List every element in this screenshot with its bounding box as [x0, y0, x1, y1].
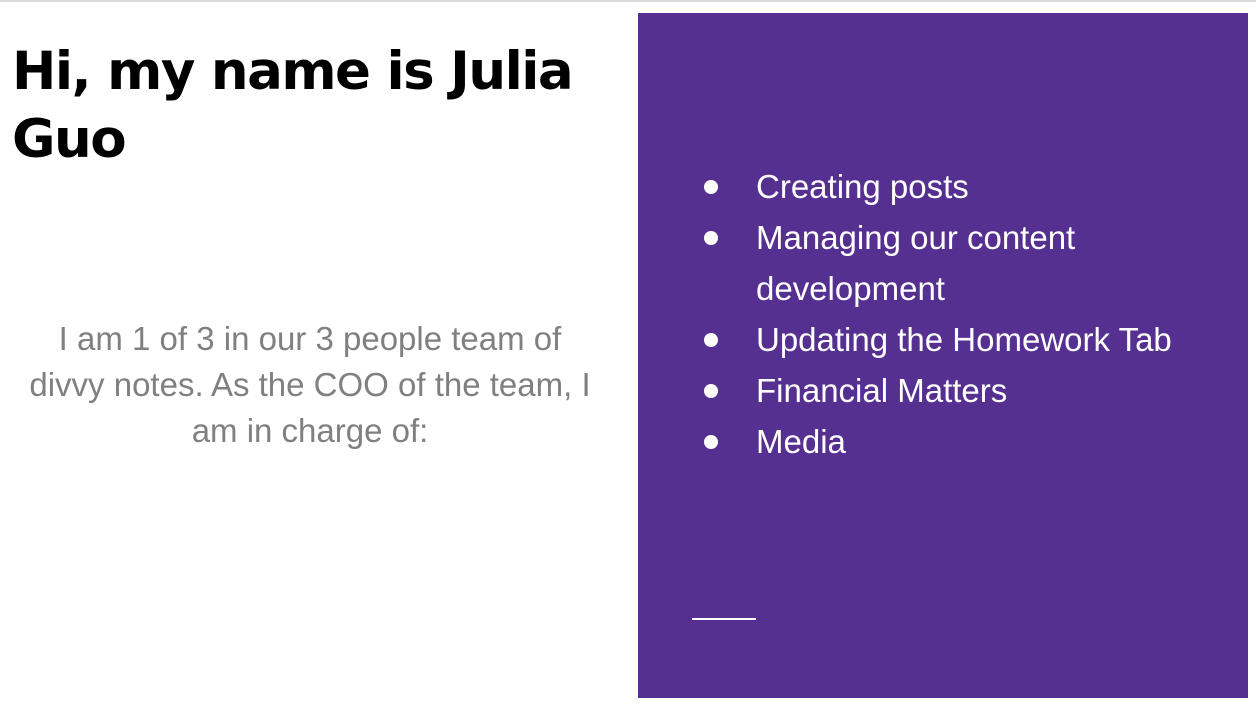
accent-rule: [692, 618, 756, 620]
list-item: Managing our content development: [698, 212, 1218, 314]
bullet-icon: [704, 435, 718, 449]
list-item: Media: [698, 416, 1218, 467]
bullet-icon: [704, 333, 718, 347]
list-item: Creating posts: [698, 161, 1218, 212]
list-item-label: Financial Matters: [756, 372, 1008, 409]
list-item-label: Media: [756, 423, 846, 460]
slide-top-border: [0, 0, 1256, 2]
responsibilities-list: Creating posts Managing our content deve…: [698, 161, 1218, 467]
responsibilities-panel: Creating posts Managing our content deve…: [638, 13, 1248, 698]
slide-title: Hi, my name is Julia Guo: [12, 41, 574, 170]
bullet-icon: [704, 180, 718, 194]
bullet-icon: [704, 384, 718, 398]
list-item-label: Creating posts: [756, 168, 969, 205]
bullet-icon: [704, 231, 718, 245]
list-item: Financial Matters: [698, 365, 1218, 416]
intro-paragraph: I am 1 of 3 in our 3 people team of divv…: [29, 320, 591, 449]
list-item-label: Managing our content development: [756, 219, 1076, 307]
list-item-label: Updating the Homework Tab: [756, 321, 1172, 358]
list-item: Updating the Homework Tab: [698, 314, 1218, 365]
